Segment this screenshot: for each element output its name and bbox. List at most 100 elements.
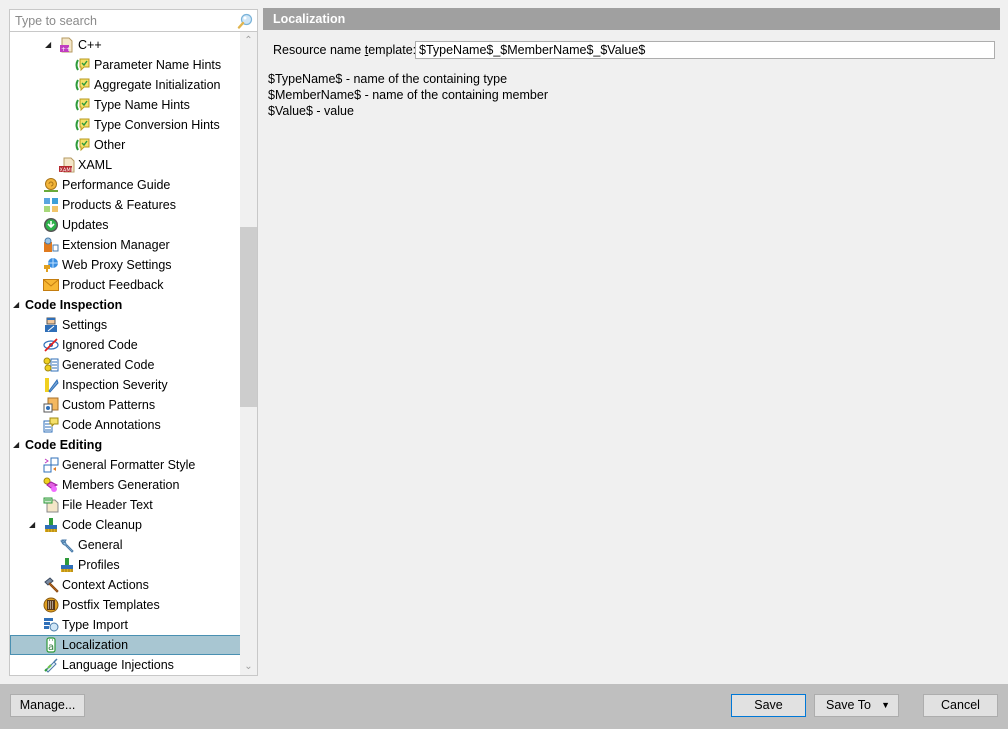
members-icon (43, 477, 59, 493)
tree-item-custom-patterns[interactable]: Custom Patterns (10, 395, 241, 415)
tree-item-code-cleanup[interactable]: ◢ Code Cleanup (10, 515, 241, 535)
resource-name-template-input[interactable] (415, 41, 995, 59)
tree-item-label: Web Proxy Settings (62, 258, 172, 272)
tree-item-code-annotations[interactable]: Code Annotations (10, 415, 241, 435)
tree-item-label: Profiles (78, 558, 120, 572)
tree-item-label: Performance Guide (62, 178, 171, 192)
tree-item-parameter-name-hints[interactable]: Parameter Name Hints (10, 55, 241, 75)
tree-scrollbar[interactable]: ⌃ ⌄ (240, 32, 257, 675)
tree-item-context-actions[interactable]: Context Actions (10, 575, 241, 595)
tree-item-label: Inspection Severity (62, 378, 168, 392)
broom-icon (59, 557, 75, 573)
tiles-icon (43, 197, 59, 213)
tree-item-web-proxy-settings[interactable]: Web Proxy Settings (10, 255, 241, 275)
dialog-footer: Manage... Save Save To ▼ Cancel (0, 684, 1008, 729)
tree-item-label: XAML (78, 158, 113, 172)
save-to-button[interactable]: Save To ▼ (814, 694, 899, 717)
tree-item-label: Type Import (62, 618, 128, 632)
tree-item-inspection-severity[interactable]: Inspection Severity (10, 375, 241, 395)
placeholder-help: $TypeName$ - name of the containing type… (268, 71, 548, 119)
scroll-thumb[interactable] (240, 227, 257, 407)
tree-item-type-name-hints[interactable]: Type Name Hints (10, 95, 241, 115)
page-title: Localization (263, 8, 1000, 30)
tree-item-product-feedback[interactable]: Product Feedback (10, 275, 241, 295)
inspector-icon (43, 317, 59, 333)
resource-name-template-label: Resource name template: (273, 43, 416, 57)
cpp-file-icon: ++ (59, 37, 75, 53)
scroll-up-icon[interactable]: ⌃ (240, 32, 257, 49)
envelope-icon (43, 277, 59, 293)
inlay-hint-icon (75, 97, 91, 113)
tree-item-label: Code Editing (25, 438, 103, 452)
tree-item-c[interactable]: ◢ ++ C++ (10, 35, 241, 55)
tree-item-label: Code Inspection (25, 298, 123, 312)
patterns-icon (43, 397, 59, 413)
inlay-hint-icon (75, 57, 91, 73)
tree-item-profiles[interactable]: Profiles (10, 555, 241, 575)
tree-items: ◢ ++ C++ Parameter Name Hints Aggregate Init… (10, 35, 241, 675)
inlay-hint-icon (75, 77, 91, 93)
globe-plug-icon (43, 257, 59, 273)
tree-item-postfix-templates[interactable]: Postfix Templates (10, 595, 241, 615)
tree-item-type-import[interactable]: Type Import (10, 615, 241, 635)
tree-item-code-inspection[interactable]: ◢ Code Inspection (10, 295, 241, 315)
localization-icon: a (43, 637, 59, 653)
search-icon[interactable] (237, 13, 253, 29)
generated-code-icon (43, 357, 59, 373)
tree-item-general-formatter-style[interactable]: General Formatter Style (10, 455, 241, 475)
formatter-icon (43, 457, 59, 473)
tree-item-label: Ignored Code (62, 338, 138, 352)
search-input[interactable] (10, 10, 230, 31)
inlay-hint-icon (75, 137, 91, 153)
tree-item-other[interactable]: Other (10, 135, 241, 155)
tree-item-language-injections[interactable]: Language Injections (10, 655, 241, 675)
scroll-down-icon[interactable]: ⌄ (240, 658, 257, 675)
svg-text:XAML: XAML (60, 168, 74, 174)
tree-item-aggregate-initialization[interactable]: Aggregate Initialization (10, 75, 241, 95)
hammer-icon (43, 577, 59, 593)
expand-arrow-icon[interactable]: ◢ (29, 515, 39, 535)
svg-text:++: ++ (61, 46, 71, 53)
tree-item-general[interactable]: General (10, 535, 241, 555)
cancel-button[interactable]: Cancel (923, 694, 998, 717)
settings-tree[interactable]: ◢ ++ C++ Parameter Name Hints Aggregate Init… (9, 32, 258, 676)
extension-icon (43, 237, 59, 253)
svg-text:a: a (48, 642, 54, 653)
tree-item-label: File Header Text (62, 498, 153, 512)
expand-arrow-icon[interactable]: ◢ (13, 295, 23, 315)
tree-item-type-conversion-hints[interactable]: Type Conversion Hints (10, 115, 241, 135)
tree-item-label: Type Conversion Hints (94, 118, 220, 132)
tree-item-updates[interactable]: Updates (10, 215, 241, 235)
annotations-icon (43, 417, 59, 433)
tree-item-label: Code Annotations (62, 418, 161, 432)
file-header-icon (43, 497, 59, 513)
expand-arrow-icon[interactable]: ◢ (45, 35, 55, 55)
tree-item-label: C++ (78, 38, 102, 52)
tree-item-label: Code Cleanup (62, 518, 142, 532)
tree-item-performance-guide[interactable]: Performance Guide (10, 175, 241, 195)
postfix-icon (43, 597, 59, 613)
tree-item-label: Context Actions (62, 578, 149, 592)
label-text-pre: Resource name (273, 43, 365, 57)
search-box[interactable] (9, 9, 258, 32)
tree-item-label: Parameter Name Hints (94, 58, 222, 72)
expand-arrow-icon[interactable]: ◢ (13, 435, 23, 455)
tree-item-xaml[interactable]: XAML XAML (10, 155, 241, 175)
tree-item-code-editing[interactable]: ◢ Code Editing (10, 435, 241, 455)
tree-item-label: General (78, 538, 123, 552)
tree-item-label: Generated Code (62, 358, 155, 372)
save-button[interactable]: Save (731, 694, 806, 717)
tree-item-generated-code[interactable]: Generated Code (10, 355, 241, 375)
tree-item-members-generation[interactable]: Members Generation (10, 475, 241, 495)
tree-item-extension-manager[interactable]: Extension Manager (10, 235, 241, 255)
type-import-icon (43, 617, 59, 633)
tree-item-label: Custom Patterns (62, 398, 156, 412)
manage-button[interactable]: Manage... (10, 694, 85, 717)
tree-item-label: General Formatter Style (62, 458, 196, 472)
tree-item-settings[interactable]: Settings (10, 315, 241, 335)
broom-icon (43, 517, 59, 533)
tree-item-file-header-text[interactable]: File Header Text (10, 495, 241, 515)
tree-item-ignored-code[interactable]: Ignored Code (10, 335, 241, 355)
tree-item-localization[interactable]: a Localization (10, 635, 241, 655)
tree-item-products-features[interactable]: Products & Features (10, 195, 241, 215)
